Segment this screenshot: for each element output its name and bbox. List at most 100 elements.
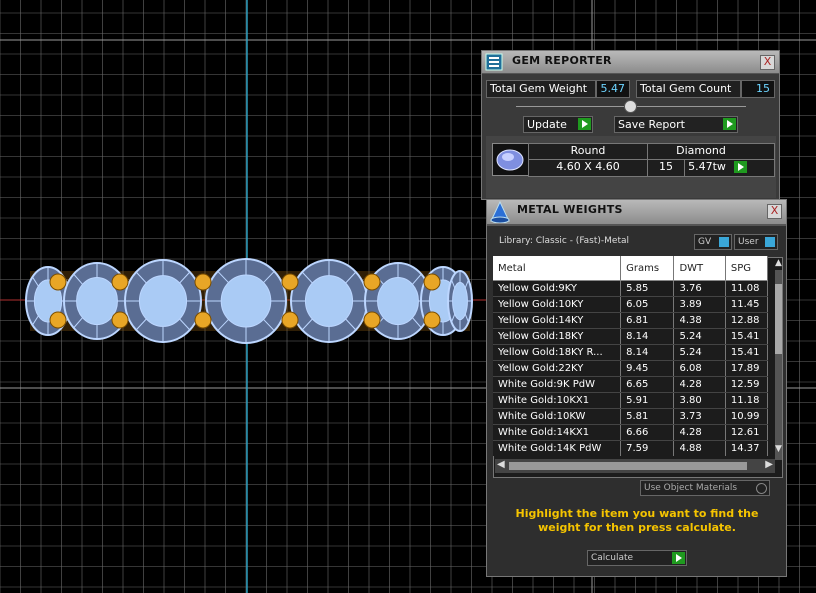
gem-table xyxy=(452,281,468,321)
table-cell: 10.99 xyxy=(725,408,768,425)
prong xyxy=(194,273,212,291)
toggle-indicator-icon xyxy=(765,237,775,247)
table-cell: 12.59 xyxy=(725,376,768,393)
metal-weights-table: Metal Grams DWT SPG Yellow Gold:9KY 5.85 3.76… xyxy=(493,256,768,456)
column-header-spg[interactable]: SPG xyxy=(725,256,768,281)
user-toggle-label: User xyxy=(738,237,759,247)
table-cell: 3.73 xyxy=(673,408,726,425)
table-row[interactable]: White Gold:10KX1 5.91 3.80 11.18 xyxy=(493,392,768,409)
table-row[interactable]: Yellow Gold:18KY R... 8.14 5.24 15.41 xyxy=(493,344,768,361)
table-cell: 12.88 xyxy=(725,312,768,329)
column-header-grams[interactable]: Grams xyxy=(620,256,675,281)
total-gem-count-label: Total Gem Count xyxy=(636,80,741,98)
table-cell: 5.24 xyxy=(673,328,726,345)
metal-cone-icon xyxy=(490,201,510,223)
total-gem-weight-value: 5.47 xyxy=(596,80,630,98)
table-cell: 5.24 xyxy=(673,344,726,361)
table-row[interactable]: White Gold:9K PdW 6.65 4.28 12.59 xyxy=(493,376,768,393)
table-cell: Yellow Gold:10KY xyxy=(493,296,622,313)
table-cell: 8.14 xyxy=(620,328,675,345)
vertical-scrollbar[interactable] xyxy=(775,270,782,460)
table-row[interactable]: White Gold:14K PdW 7.59 4.88 14.37 xyxy=(493,440,768,456)
table-cell: 17.89 xyxy=(725,360,768,377)
use-object-materials-toggle[interactable]: Use Object Materials xyxy=(640,480,770,496)
table-row[interactable]: Yellow Gold:22KY 9.45 6.08 17.89 xyxy=(493,360,768,377)
table-cell: Yellow Gold:18KY xyxy=(493,328,622,345)
gem-size: 4.60 X 4.60 xyxy=(556,160,620,173)
table-cell: White Gold:9K PdW xyxy=(493,376,622,393)
save-report-button-label: Save Report xyxy=(618,118,685,131)
column-header-metal[interactable]: Metal xyxy=(493,256,622,281)
update-button[interactable]: Update xyxy=(523,116,593,133)
scroll-right-icon[interactable]: ▶ xyxy=(765,459,773,470)
gem-table xyxy=(377,276,419,326)
table-cell: 4.38 xyxy=(673,312,726,329)
gem-info-grid[interactable]: Round 4.60 X 4.60 Diamond 15 5.47tw xyxy=(528,143,775,177)
table-cell: 6.65 xyxy=(620,376,675,393)
use-object-materials-label: Use Object Materials xyxy=(644,483,738,493)
gem-reporter-close-button[interactable]: X xyxy=(760,55,775,70)
prong xyxy=(111,311,129,329)
table-cell: 11.08 xyxy=(725,280,768,297)
table-cell: 15.41 xyxy=(725,328,768,345)
table-cell: 4.28 xyxy=(673,424,726,441)
prong xyxy=(281,273,299,291)
table-cell: Yellow Gold:18KY R... xyxy=(493,344,622,361)
scroll-left-icon[interactable]: ◀ xyxy=(497,459,505,470)
calculate-button-label: Calculate xyxy=(591,553,634,563)
table-row[interactable]: Yellow Gold:10KY 6.05 3.89 11.45 xyxy=(493,296,768,313)
scroll-down-icon[interactable]: ▼ xyxy=(775,444,782,454)
vertical-scrollbar-thumb[interactable] xyxy=(775,284,782,354)
calculate-button[interactable]: Calculate xyxy=(587,550,687,566)
prong xyxy=(49,311,67,329)
gem-weight: 5.47tw xyxy=(688,160,726,173)
table-cell: 11.18 xyxy=(725,392,768,409)
table-cell: 6.81 xyxy=(620,312,675,329)
table-cell: 3.89 xyxy=(673,296,726,313)
save-report-button[interactable]: Save Report xyxy=(614,116,738,133)
table-cell: White Gold:14KX1 xyxy=(493,424,622,441)
gem-table xyxy=(138,275,188,327)
table-row[interactable]: White Gold:10KW 5.81 3.73 10.99 xyxy=(493,408,768,425)
total-gem-count-value: 15 xyxy=(741,80,775,98)
table-cell: White Gold:14K PdW xyxy=(493,440,622,456)
gem-shape: Round xyxy=(570,144,606,157)
gem-table xyxy=(220,274,272,328)
horizontal-scrollbar[interactable]: ◀ ▶ xyxy=(495,459,775,473)
table-cell: 4.88 xyxy=(673,440,726,456)
metal-weights-title: METAL WEIGHTS xyxy=(517,203,623,216)
table-cell: 8.14 xyxy=(620,344,675,361)
user-toggle[interactable]: User xyxy=(734,234,778,250)
table-cell: 14.37 xyxy=(725,440,768,456)
table-cell: 5.91 xyxy=(620,392,675,409)
column-header-dwt[interactable]: DWT xyxy=(673,256,726,281)
table-row[interactable]: Yellow Gold:18KY 8.14 5.24 15.41 xyxy=(493,328,768,345)
gem-grid-divider xyxy=(684,160,685,176)
table-row[interactable]: Yellow Gold:9KY 5.85 3.76 11.08 xyxy=(493,280,768,297)
gv-toggle[interactable]: GV xyxy=(694,234,732,250)
prong xyxy=(363,273,381,291)
library-label: Library: Classic - (Fast)-Metal xyxy=(499,236,630,246)
play-arrow-icon xyxy=(672,552,685,564)
metal-weights-table-viewport[interactable]: Metal Grams DWT SPG Yellow Gold:9KY 5.85 3.76… xyxy=(493,256,768,456)
divider xyxy=(487,225,786,226)
metal-weights-close-button[interactable]: X xyxy=(767,204,782,219)
scroll-up-icon[interactable]: ▲ xyxy=(775,258,782,268)
radio-indicator-icon xyxy=(756,483,767,494)
table-cell: 9.45 xyxy=(620,360,675,377)
prong xyxy=(363,311,381,329)
gem-reporter-slider-handle[interactable] xyxy=(624,100,637,113)
table-cell: 5.85 xyxy=(620,280,675,297)
gem-reporter-titlebar[interactable]: GEM REPORTER X xyxy=(482,51,779,74)
table-row[interactable]: Yellow Gold:14KY 6.81 4.38 12.88 xyxy=(493,312,768,329)
metal-weights-titlebar[interactable]: METAL WEIGHTS X xyxy=(487,200,786,225)
gem-row[interactable] xyxy=(492,143,529,176)
horizontal-scrollbar-thumb[interactable] xyxy=(509,462,747,470)
update-button-label: Update xyxy=(527,118,567,131)
table-cell: 3.80 xyxy=(673,392,726,409)
table-row[interactable]: White Gold:14KX1 6.66 4.28 12.61 xyxy=(493,424,768,441)
table-cell: Yellow Gold:22KY xyxy=(493,360,622,377)
gem-reporter-title: GEM REPORTER xyxy=(512,54,612,67)
gem-detail-arrow-icon[interactable] xyxy=(734,161,747,173)
instruction-text: Highlight the item you want to find the … xyxy=(515,507,759,534)
